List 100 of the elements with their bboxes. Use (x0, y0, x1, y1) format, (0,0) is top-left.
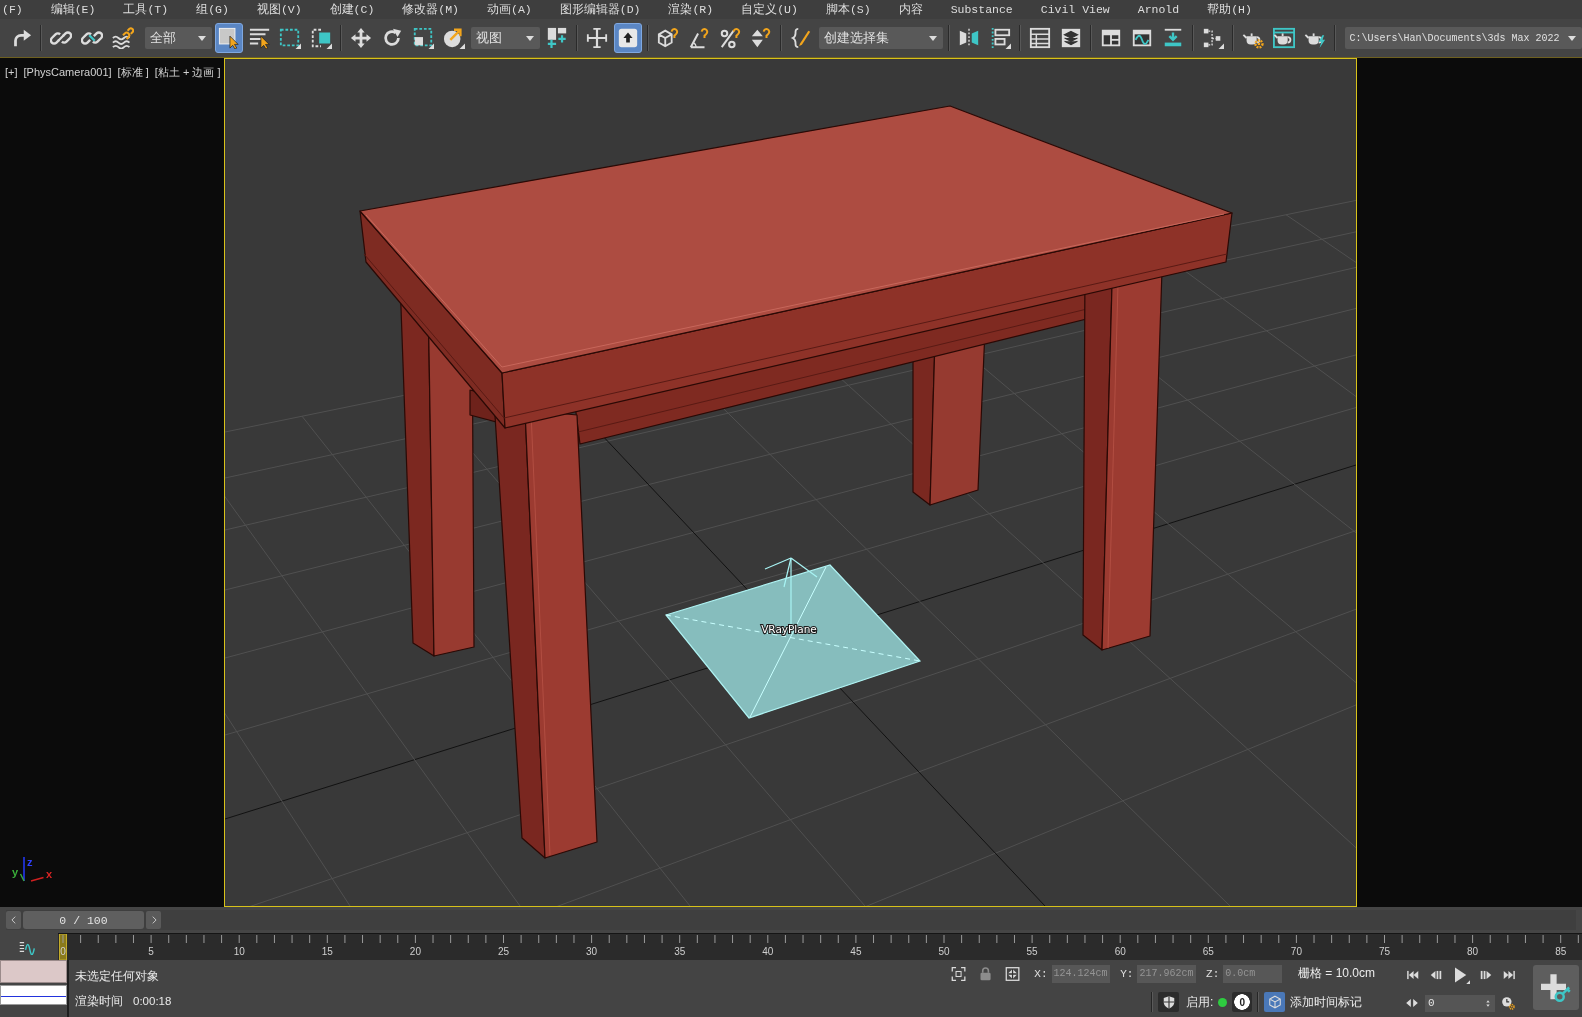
table-grid-icon (1029, 27, 1052, 49)
menu-item[interactable]: 帮助(H) (1207, 1, 1252, 18)
object-label: VRayPlane (761, 623, 817, 635)
frame-number: 10 (233, 946, 245, 957)
move-arrows-icon (350, 27, 373, 49)
frame-field[interactable]: 0 (1425, 994, 1495, 1012)
frame-number: 60 (1114, 946, 1126, 957)
shield-button[interactable] (1158, 992, 1179, 1013)
corner-brackets-icon[interactable] (951, 965, 967, 982)
menu-item[interactable]: 脚本(S) (825, 1, 871, 18)
caret-icon (1568, 35, 1576, 41)
frame-number: 55 (1026, 946, 1038, 957)
dropdown[interactable]: 全部 (144, 27, 212, 49)
time-slider-track[interactable]: 0 / 100 (6, 910, 1576, 930)
frame-number: 75 (1378, 946, 1391, 957)
prompt-text: 未选定任何对象 (75, 967, 159, 984)
dropdown[interactable]: 创建选择集 (819, 27, 944, 49)
viewport-menu[interactable]: [标准 ] (117, 65, 149, 79)
caret-icon (526, 35, 534, 41)
timeline-ruler[interactable]: 0 5 10 15 20 25 30 35 40 45 50 55 60 65 70 75 80 85 (58, 933, 1582, 960)
up-down-magnet-icon (749, 27, 772, 49)
list-cursor-icon (248, 27, 271, 49)
script-output-field[interactable] (0, 985, 67, 1005)
key-plus-icon (1541, 972, 1571, 1003)
dashed-square-icon (310, 27, 333, 49)
menu-item[interactable]: 内容 (898, 1, 923, 18)
viewport-menu[interactable]: [粘土 + 边画 ] (154, 65, 221, 79)
time-slider-thumb[interactable]: 0 / 100 (23, 911, 144, 929)
viewport-menu[interactable]: [PhysCamera001] (23, 65, 112, 79)
frame-number: 70 (1290, 946, 1302, 957)
percent-magnet-icon (718, 27, 741, 49)
caret-icon (197, 35, 206, 41)
render-time-value: 0:00:18 (133, 993, 172, 1009)
cube-icon (1267, 995, 1282, 1010)
half-arrows-icon[interactable] (1405, 996, 1419, 1010)
menu-item[interactable]: 视图(V) (256, 1, 302, 18)
wave-chain-icon (111, 27, 134, 49)
dropdown[interactable]: 视图 (471, 27, 540, 49)
frame-number: 20 (409, 946, 421, 957)
curve-window-icon (1130, 27, 1153, 49)
sphere-arrow-icon (443, 27, 466, 49)
grid-spacing-text: 栅格 = 10.0cm (1297, 965, 1375, 983)
frame-number: 35 (674, 946, 686, 957)
cube-button[interactable] (1264, 992, 1286, 1013)
frame-number: 45 (850, 946, 862, 957)
window-panels-icon (1099, 27, 1122, 49)
menu-item[interactable]: 修改器(M) (402, 1, 460, 18)
toolbar-button[interactable] (214, 23, 243, 53)
scale-squares-icon (412, 27, 435, 49)
braces-pencil-icon (789, 27, 812, 49)
menu-item[interactable]: 创建(C) (329, 1, 375, 18)
coordinate-label: X: (1034, 967, 1048, 980)
squares-plus-icon (545, 27, 568, 49)
frame-number: 25 (497, 946, 510, 957)
menu-item[interactable]: Civil View (1040, 1, 1110, 18)
frame-number: 15 (321, 946, 333, 957)
menu-item[interactable]: 编辑(E) (50, 1, 96, 18)
layers-icon (1060, 27, 1082, 49)
axis-tripod-icon (20, 856, 44, 882)
coordinate-label: Y: (1120, 967, 1134, 980)
clock-gear-icon[interactable] (1501, 996, 1515, 1010)
caret-icon (929, 35, 938, 41)
dropdown[interactable]: C:\Users\Han\Documents\3ds Max 2022 (1344, 27, 1582, 49)
frame-number: 85 (1555, 946, 1567, 957)
axis-label: z (27, 857, 33, 868)
align-icon (989, 27, 1012, 49)
frame-number: 50 (938, 946, 950, 957)
frame-number: 0 (60, 946, 66, 957)
script-input-field[interactable] (0, 960, 67, 983)
menu-item[interactable]: Substance (950, 1, 1013, 18)
crosshair-icon (585, 27, 608, 49)
set-key-button[interactable] (1533, 965, 1579, 1010)
shield-icon (1161, 995, 1176, 1010)
menu-item[interactable]: Arnold (1137, 1, 1180, 18)
up-arrow-box-icon (616, 27, 639, 49)
menu-item[interactable]: 渲染(R) (668, 1, 714, 18)
diamond-square-icon[interactable] (1005, 965, 1021, 982)
frame-number: 5 (148, 946, 154, 957)
counter-button[interactable]: 0 (1232, 992, 1253, 1013)
toolbar-button[interactable] (613, 23, 642, 53)
frame-number: 80 (1467, 946, 1479, 957)
axis-label: x (46, 869, 53, 880)
time-tag-label[interactable]: 添加时间标记 (1290, 993, 1363, 1011)
viewport-menu[interactable]: [+] (5, 65, 18, 79)
previous-frame-button[interactable] (6, 911, 21, 929)
frame-number: 65 (1202, 946, 1214, 957)
rotate-arrow-icon (381, 27, 404, 49)
frame-number: 30 (586, 946, 598, 957)
lock-icon[interactable] (978, 965, 994, 982)
cube-magnet-icon (656, 27, 679, 49)
next-frame-button[interactable] (146, 911, 161, 929)
menu-item[interactable]: 组(G) (196, 1, 229, 18)
menu-item[interactable]: 工具(T) (123, 1, 169, 18)
node-graph-icon (1201, 27, 1224, 49)
menu-item[interactable]: 图形编辑器(D) (559, 1, 641, 18)
coordinate-label: Z: (1206, 967, 1220, 980)
play-icon (1452, 965, 1470, 984)
menu-item[interactable]: (F) (2, 1, 23, 18)
menu-item[interactable]: 动画(A) (487, 1, 532, 18)
menu-item[interactable]: 自定义(U) (741, 1, 798, 18)
